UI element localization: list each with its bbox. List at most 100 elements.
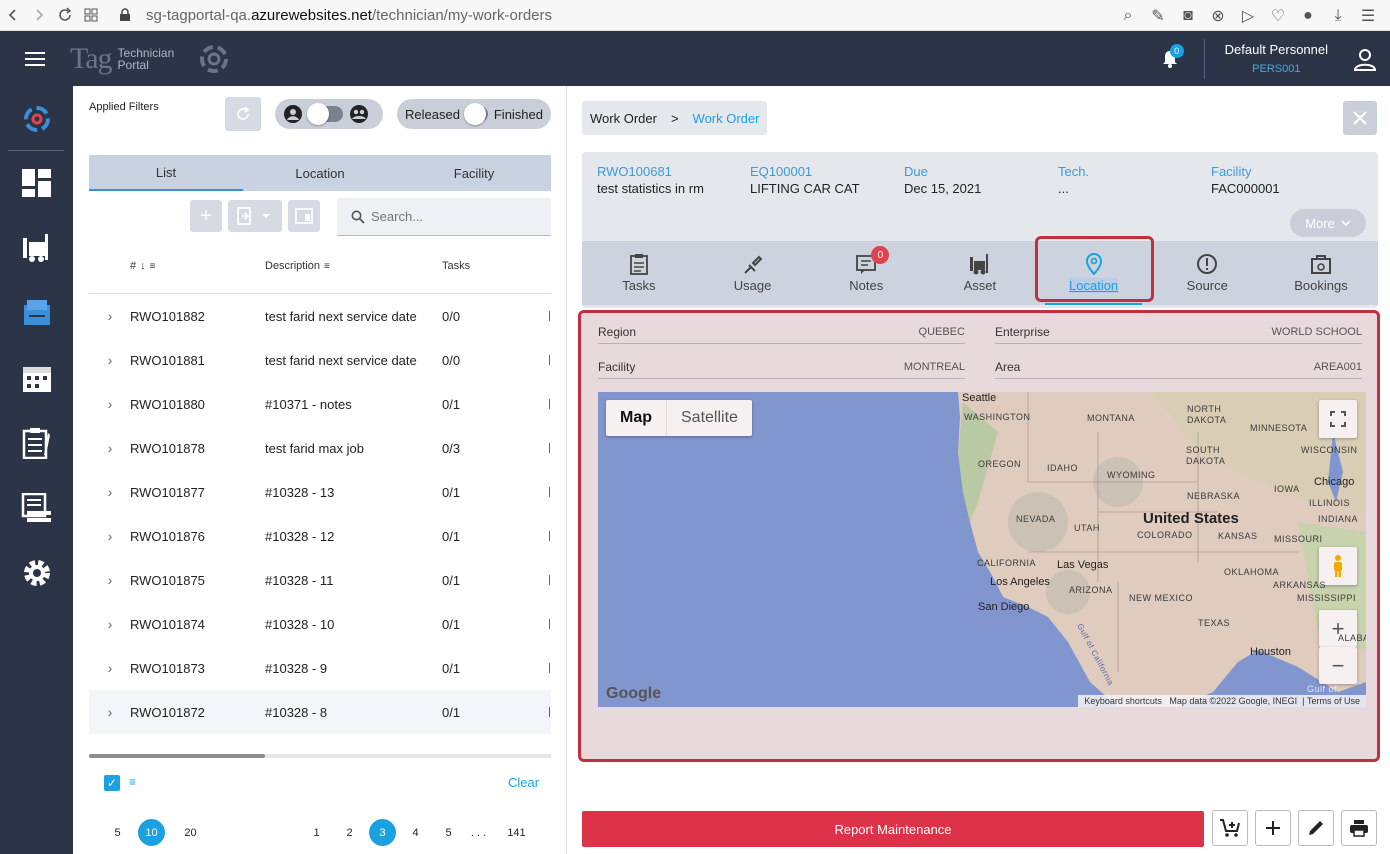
expand-chevron-icon[interactable]: › <box>89 440 131 456</box>
page-size-10[interactable]: 10 <box>138 819 165 846</box>
tab-location[interactable]: Location <box>243 155 397 191</box>
satellite-view-button[interactable]: Satellite <box>666 400 752 436</box>
page-5[interactable]: 5 <box>435 819 462 846</box>
expand-chevron-icon[interactable]: › <box>89 660 131 676</box>
address-bar[interactable]: sg-tagportal-qa. azurewebsites.net/techni… <box>112 7 552 24</box>
nav-forklift-icon[interactable] <box>0 223 73 273</box>
scrollbar-thumb[interactable] <box>89 754 265 758</box>
table-row[interactable]: › RWO101872 #10328 - 8 0/1 <box>89 690 551 734</box>
user-info[interactable]: Default Personnel PERS001 <box>1225 42 1328 75</box>
breadcrumb-root[interactable]: Work Order <box>590 111 657 126</box>
edit-button[interactable] <box>1298 810 1334 846</box>
filter-icon[interactable]: ≡ <box>129 775 136 789</box>
page-last[interactable]: 141 <box>503 819 530 846</box>
expand-chevron-icon[interactable]: › <box>89 308 131 324</box>
column-filter-icon[interactable]: ≡ <box>150 261 156 272</box>
nav-checklist-icon[interactable] <box>0 418 73 468</box>
reload-icon[interactable] <box>52 2 78 28</box>
column-header-description[interactable]: Description ≡ <box>265 260 330 272</box>
add-button[interactable]: + <box>190 200 222 232</box>
page-3[interactable]: 3 <box>369 819 396 846</box>
columns-icon-button[interactable] <box>288 200 320 232</box>
print-button[interactable] <box>1341 810 1377 846</box>
status-switch[interactable] <box>463 103 488 125</box>
map-view-button[interactable]: Map <box>606 400 666 436</box>
table-row[interactable]: › RWO101876 #10328 - 12 0/1 <box>89 514 551 558</box>
close-button[interactable] <box>1343 101 1377 135</box>
report-maintenance-button[interactable]: Report Maintenance <box>582 811 1204 847</box>
menu-icon[interactable]: ☰ <box>1356 3 1380 29</box>
block-icon[interactable]: ⊗ <box>1206 3 1230 29</box>
tab-notes[interactable]: 0 Notes <box>809 241 923 305</box>
nav-settings-gear-icon[interactable] <box>0 548 73 598</box>
horizontal-scrollbar[interactable] <box>89 754 551 758</box>
edit-icon[interactable]: ✎ <box>1146 3 1170 29</box>
table-row[interactable]: › RWO101881 test farid next service date 0/… <box>89 338 551 382</box>
nav-work-orders-icon[interactable] <box>0 288 73 338</box>
table-row[interactable]: › RWO101874 #10328 - 10 0/1 <box>89 602 551 646</box>
expand-chevron-icon[interactable]: › <box>89 572 131 588</box>
page-1[interactable]: 1 <box>303 819 330 846</box>
tabs-grid-icon[interactable] <box>78 2 104 28</box>
fullscreen-icon[interactable] <box>1319 400 1357 438</box>
status-toggle[interactable]: Released Finished <box>397 99 551 129</box>
table-row[interactable]: › RWO101875 #10328 - 11 0/1 <box>89 558 551 602</box>
column-filter-icon[interactable]: ≡ <box>324 261 330 272</box>
expand-chevron-icon[interactable]: › <box>89 352 131 368</box>
send-icon[interactable]: ▷ <box>1236 3 1260 29</box>
refresh-button[interactable] <box>225 97 261 131</box>
user-avatar-icon[interactable] <box>1340 47 1390 71</box>
work-order-number[interactable]: RWO100681 <box>597 164 704 179</box>
equipment-number[interactable]: EQ100001 <box>750 164 860 179</box>
table-row[interactable]: › RWO101877 #10328 - 13 0/1 <box>89 470 551 514</box>
tab-bookings[interactable]: Bookings <box>1264 241 1378 305</box>
column-header-tasks[interactable]: Tasks <box>442 260 470 272</box>
export-dropdown-button[interactable] <box>228 200 282 232</box>
search-box[interactable] <box>337 198 551 236</box>
tab-facility[interactable]: Facility <box>397 155 551 191</box>
select-all-checkbox[interactable]: ✓ <box>104 775 120 791</box>
cart-add-button[interactable] <box>1212 810 1248 846</box>
table-row[interactable]: › RWO101878 test farid max job 0/3 <box>89 426 551 470</box>
nav-reports-icon[interactable] <box>0 483 73 533</box>
download-icon[interactable]: ⤓ <box>1326 3 1350 29</box>
tab-usage[interactable]: Usage <box>696 241 810 305</box>
table-row[interactable]: › RWO101882 test farid next service date 0/… <box>89 294 551 338</box>
clear-filters-link[interactable]: Clear <box>508 775 539 790</box>
nav-dashboard-icon[interactable] <box>0 158 73 208</box>
page-size-20[interactable]: 20 <box>177 819 204 846</box>
back-icon[interactable] <box>0 2 26 28</box>
column-header-number[interactable]: # ↓ ≡ <box>130 260 155 272</box>
location-map[interactable]: Map Satellite + − Seattle WASHINGTON MON… <box>598 392 1366 707</box>
notifications-bell-icon[interactable]: 0 <box>1150 39 1190 79</box>
tab-list[interactable]: List <box>89 155 243 191</box>
nav-home-logo-icon[interactable] <box>0 94 73 144</box>
hamburger-menu-icon[interactable] <box>0 31 70 86</box>
page-4[interactable]: 4 <box>402 819 429 846</box>
tab-asset[interactable]: Asset <box>923 241 1037 305</box>
forward-icon[interactable] <box>26 2 52 28</box>
add-item-button[interactable] <box>1255 810 1291 846</box>
sort-desc-icon[interactable]: ↓ <box>140 260 146 272</box>
page-size-5[interactable]: 5 <box>104 819 131 846</box>
expand-chevron-icon[interactable]: › <box>89 616 131 632</box>
search-input[interactable] <box>371 209 541 224</box>
expand-chevron-icon[interactable]: › <box>89 704 131 720</box>
tab-tasks[interactable]: Tasks <box>582 241 696 305</box>
camera-icon[interactable]: ◙ <box>1176 3 1200 29</box>
profile-icon[interactable]: ● <box>1296 3 1320 29</box>
personnel-toggle[interactable] <box>275 99 383 129</box>
more-button[interactable]: More <box>1290 209 1366 237</box>
keyboard-shortcuts-link[interactable]: Keyboard shortcuts <box>1084 696 1162 706</box>
zoom-icon[interactable]: ⌕ <box>1116 3 1140 29</box>
table-row[interactable]: › RWO101880 #10371 - notes 0/1 <box>89 382 551 426</box>
zoom-out-button[interactable]: − <box>1319 647 1357 684</box>
nav-calendar-icon[interactable] <box>0 353 73 403</box>
expand-chevron-icon[interactable]: › <box>89 484 131 500</box>
page-2[interactable]: 2 <box>336 819 363 846</box>
heart-icon[interactable]: ♡ <box>1266 3 1290 29</box>
expand-chevron-icon[interactable]: › <box>89 528 131 544</box>
personnel-switch[interactable] <box>307 103 343 125</box>
expand-chevron-icon[interactable]: › <box>89 396 131 412</box>
terms-of-use-link[interactable]: Terms of Use <box>1307 696 1360 706</box>
